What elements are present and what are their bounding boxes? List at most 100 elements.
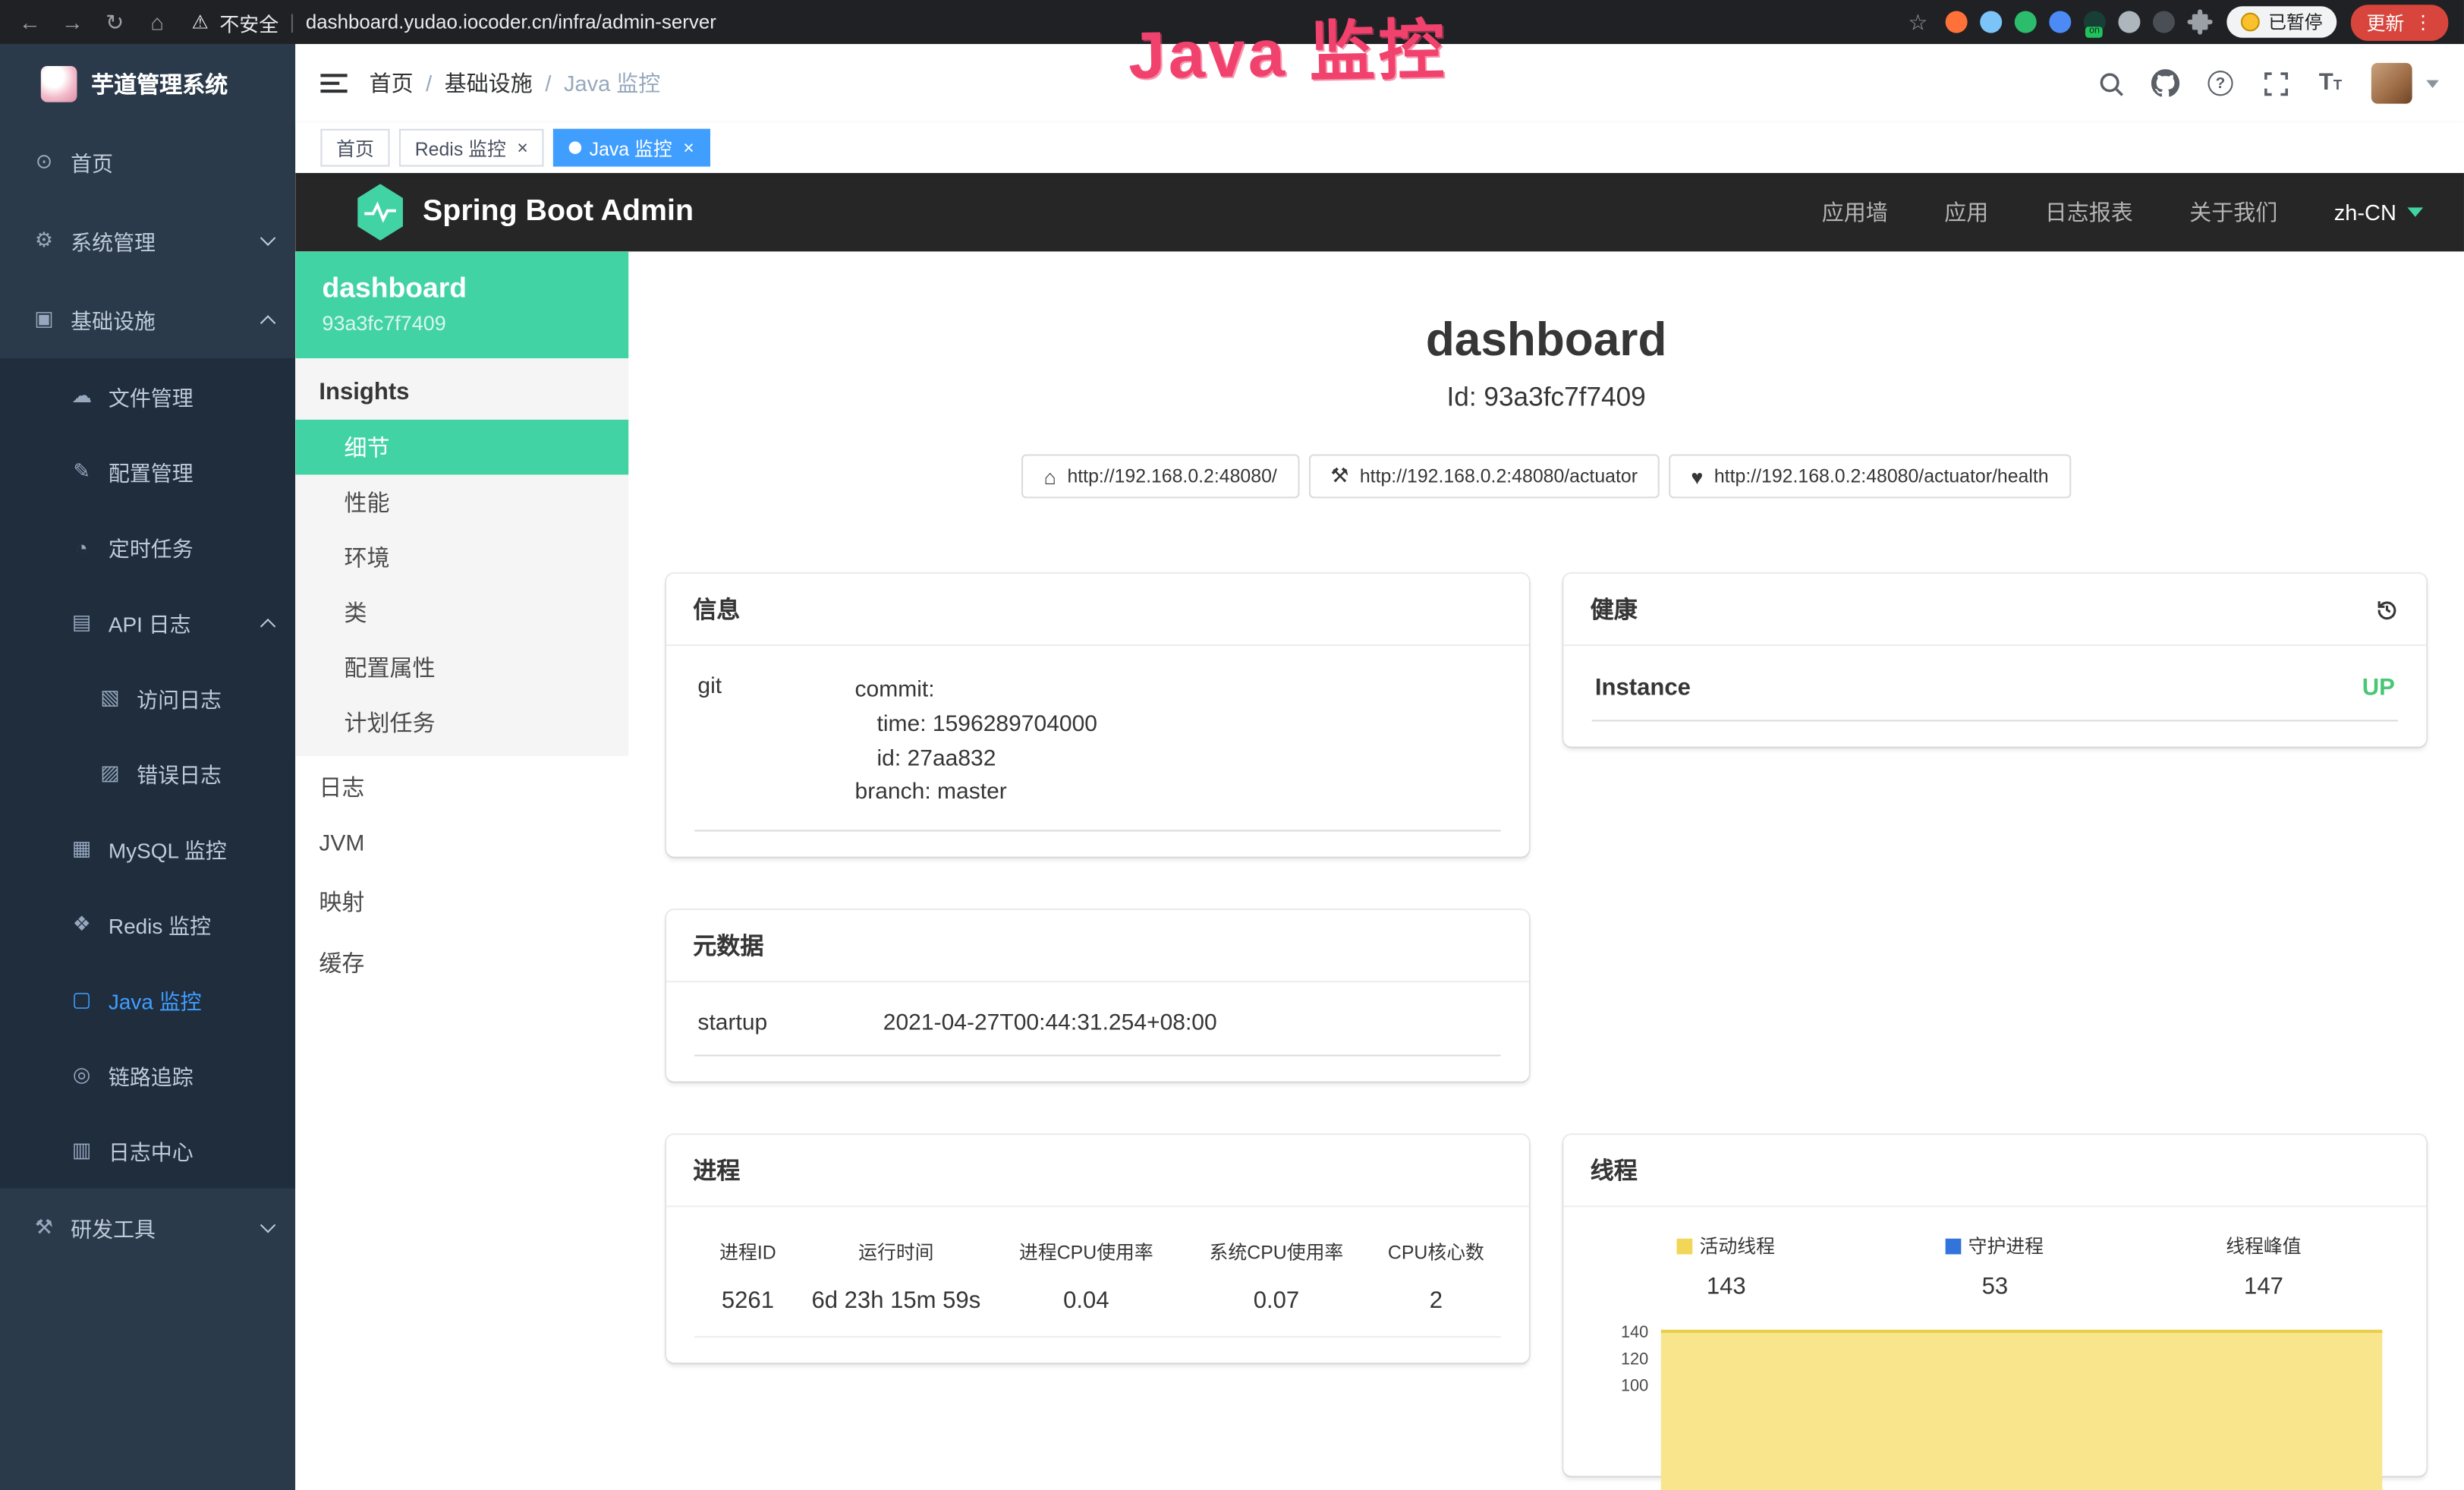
sidebar-item-label: 首页 bbox=[71, 146, 113, 178]
legend-value: 147 bbox=[2129, 1259, 2398, 1300]
sidebar-item-redis[interactable]: ❖ Redis 监控 bbox=[0, 887, 295, 962]
reload-icon[interactable]: ↻ bbox=[101, 8, 129, 35]
sba-brand-title: Spring Boot Admin bbox=[423, 195, 694, 230]
chevron-up-icon bbox=[260, 618, 275, 633]
sba-link-applications[interactable]: 应用 bbox=[1944, 197, 1988, 228]
sba-item-logs[interactable]: 日志 bbox=[295, 756, 628, 817]
caret-down-icon[interactable] bbox=[2426, 80, 2439, 87]
column-header: 进程CPU使用率 bbox=[991, 1229, 1182, 1274]
sidebar-item-label: 错误日志 bbox=[137, 758, 222, 789]
sidebar-item-infra[interactable]: ▣ 基础设施 bbox=[0, 280, 295, 359]
legend-value: 53 bbox=[1861, 1259, 2129, 1300]
language-selector[interactable]: zh-CN bbox=[2334, 200, 2423, 225]
extension-icon[interactable] bbox=[2016, 11, 2038, 33]
sidebar-item-access-log[interactable]: ▧ 访问日志 bbox=[0, 660, 295, 736]
cell-value: 0.07 bbox=[1182, 1274, 1372, 1337]
extension-icon[interactable] bbox=[2154, 11, 2176, 33]
close-icon[interactable]: × bbox=[517, 137, 528, 159]
avatar[interactable] bbox=[2371, 63, 2412, 104]
tab-redis-monitor[interactable]: Redis 监控 × bbox=[399, 129, 544, 167]
sba-link-journal[interactable]: 日志报表 bbox=[2045, 197, 2133, 228]
sidebar-item-api-log[interactable]: ▤ API 日志 bbox=[0, 584, 295, 660]
help-icon[interactable]: ? bbox=[2206, 69, 2234, 97]
breadcrumb-current: Java 监控 bbox=[564, 68, 660, 99]
tab-java-monitor[interactable]: Java 监控 × bbox=[553, 129, 710, 167]
close-icon[interactable]: × bbox=[683, 137, 694, 159]
tab-label: 首页 bbox=[336, 134, 374, 161]
cell-value: 0.04 bbox=[991, 1274, 1182, 1337]
warning-icon: ⚠ bbox=[192, 11, 209, 33]
sidebar-item-files[interactable]: ☁ 文件管理 bbox=[0, 358, 295, 433]
metadata-value: 2021-04-27T00:44:31.254+08:00 bbox=[883, 1011, 1498, 1036]
sba-item-scheduled-tasks[interactable]: 计划任务 bbox=[295, 695, 628, 749]
sba-link-about[interactable]: 关于我们 bbox=[2189, 197, 2277, 228]
puzzle-extensions-icon[interactable] bbox=[2189, 9, 2214, 34]
tab-label: Redis 监控 bbox=[415, 134, 506, 161]
sba-item-jvm[interactable]: JVM bbox=[295, 817, 628, 871]
y-tick: 140 bbox=[1592, 1325, 1649, 1342]
cell-value: 5261 bbox=[694, 1274, 801, 1337]
sba-item-environment[interactable]: 环境 bbox=[295, 530, 628, 584]
address-bar[interactable]: ⚠ 不安全 | dashboard.yudao.iocoder.cn/infra… bbox=[192, 7, 716, 36]
breadcrumb-home[interactable]: 首页 bbox=[370, 68, 414, 99]
extension-icon[interactable] bbox=[1981, 11, 2003, 33]
chevron-up-icon bbox=[260, 314, 275, 329]
history-icon[interactable] bbox=[2374, 597, 2399, 622]
back-icon[interactable]: ← bbox=[16, 9, 44, 34]
search-icon[interactable] bbox=[2096, 69, 2124, 97]
sidebar-item-label: 定时任务 bbox=[109, 531, 194, 562]
breadcrumb-infra[interactable]: 基础设施 bbox=[445, 68, 533, 99]
paused-pill[interactable]: 已暂停 bbox=[2227, 6, 2337, 37]
sba-item-metrics[interactable]: 性能 bbox=[295, 474, 628, 529]
sba-sidebar: dashboard 93a3fc7f7409 Insights 细节 性能 环境… bbox=[295, 251, 628, 1490]
fullscreen-icon[interactable] bbox=[2261, 69, 2289, 97]
sidebar-item-config[interactable]: ✎ 配置管理 bbox=[0, 434, 295, 509]
info-value: commit: time: 1596289704000 id: 27aa832 … bbox=[855, 674, 1498, 811]
legend-swatch-blue bbox=[1946, 1238, 1962, 1254]
chevron-down-icon bbox=[260, 1218, 275, 1233]
tab-home[interactable]: 首页 bbox=[320, 129, 389, 167]
endpoint-actuator-button[interactable]: ⚒ http://192.168.0.2:48080/actuator bbox=[1308, 454, 1660, 498]
insights-group: Insights 细节 性能 环境 类 配置属性 计划任务 bbox=[295, 358, 628, 756]
extension-icon[interactable] bbox=[2050, 11, 2072, 33]
browser-menu-icon[interactable]: ⋮ bbox=[2414, 11, 2433, 33]
sba-links: 应用墙 应用 日志报表 关于我们 bbox=[1822, 197, 2278, 228]
endpoint-health-button[interactable]: ♥ http://192.168.0.2:48080/actuator/heal… bbox=[1669, 454, 2070, 498]
sba-item-details[interactable]: 细节 bbox=[295, 420, 628, 474]
sba-item-configprops[interactable]: 配置属性 bbox=[295, 640, 628, 695]
sba-main: dashboard Id: 93a3fc7f7409 ⌂ http://192.… bbox=[628, 251, 2464, 1490]
y-tick: 120 bbox=[1592, 1352, 1649, 1369]
sidebar-item-java[interactable]: ▢ Java 监控 bbox=[0, 962, 295, 1037]
extension-icon[interactable]: on bbox=[2085, 11, 2107, 33]
sidebar-item-error-log[interactable]: ▨ 错误日志 bbox=[0, 736, 295, 811]
sba-link-wallboard[interactable]: 应用墙 bbox=[1822, 197, 1888, 228]
sidebar-item-log-center[interactable]: ▥ 日志中心 bbox=[0, 1113, 295, 1188]
home-icon[interactable]: ⌂ bbox=[143, 9, 171, 34]
breadcrumb-separator: / bbox=[426, 71, 432, 96]
sba-item-caches[interactable]: 缓存 bbox=[295, 932, 628, 994]
sba-item-mappings[interactable]: 映射 bbox=[295, 871, 628, 932]
sba-item-classes[interactable]: 类 bbox=[295, 584, 628, 639]
extension-icon[interactable] bbox=[2119, 11, 2141, 33]
bookmark-star-icon[interactable]: ☆ bbox=[1904, 8, 1932, 35]
update-button[interactable]: 更新 ⋮ bbox=[2351, 4, 2448, 40]
sidebar-item-jobs[interactable]: ◔ 定时任务 bbox=[0, 509, 295, 584]
endpoint-root-button[interactable]: ⌂ http://192.168.0.2:48080/ bbox=[1022, 454, 1299, 498]
forward-icon[interactable]: → bbox=[58, 9, 87, 34]
hamburger-icon[interactable] bbox=[320, 68, 347, 99]
sidebar-item-mysql[interactable]: ▦ MySQL 监控 bbox=[0, 811, 295, 887]
language-label: zh-CN bbox=[2334, 200, 2396, 225]
sidebar-item-tracing[interactable]: ◎ 链路追踪 bbox=[0, 1038, 295, 1113]
sidebar-item-system[interactable]: ⚙ 系统管理 bbox=[0, 201, 295, 280]
extension-icon[interactable] bbox=[1946, 11, 1968, 33]
info-row-git: git commit: time: 1596289704000 id: 27aa… bbox=[694, 656, 1500, 832]
sidebar-item-home[interactable]: ⊙ 首页 bbox=[0, 123, 295, 202]
header-actions: ? TT bbox=[2096, 63, 2438, 104]
brand: 芋道管理系统 bbox=[0, 44, 295, 123]
github-icon[interactable] bbox=[2151, 69, 2179, 97]
column-header: 进程ID bbox=[694, 1229, 801, 1274]
sidebar-item-devtools[interactable]: ⚒ 研发工具 bbox=[0, 1189, 295, 1268]
font-size-icon[interactable]: TT bbox=[2316, 69, 2344, 97]
on-badge: on bbox=[2086, 27, 2103, 37]
screen: ← → ↻ ⌂ ⚠ 不安全 | dashboard.yudao.iocoder.… bbox=[0, 0, 2464, 1490]
